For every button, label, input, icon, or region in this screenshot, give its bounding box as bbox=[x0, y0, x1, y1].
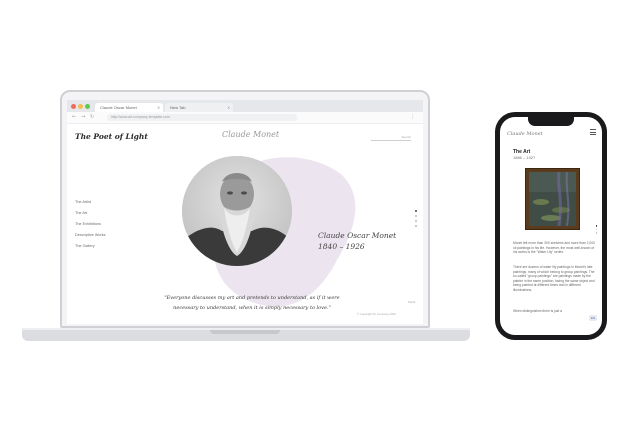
mobile-years: 1886 – 1927 bbox=[513, 155, 536, 160]
nav-link-gallery[interactable]: The Gallery bbox=[75, 244, 95, 248]
window-minimize-icon[interactable] bbox=[78, 104, 83, 109]
mobile-paragraph: Monet left more than 300 sketches and mo… bbox=[513, 241, 595, 255]
nav-link-the-artist[interactable]: The Artist bbox=[75, 200, 91, 204]
laptop-screen: Claude Oscar Monet × New Tab × ← → ↻ htt… bbox=[67, 100, 423, 324]
hamburger-menu-icon[interactable] bbox=[590, 129, 596, 137]
phone-notch bbox=[528, 117, 574, 126]
tab-close-icon[interactable]: × bbox=[227, 103, 230, 112]
site-title: The Poet of Light bbox=[75, 132, 148, 141]
artist-portrait bbox=[182, 156, 292, 266]
quote-line: "Everyone discusses my art and pretends … bbox=[164, 295, 340, 301]
scroll-indicator[interactable]: Scroll bbox=[408, 300, 415, 304]
mobile-pagination[interactable] bbox=[595, 225, 598, 236]
tab-close-icon[interactable]: × bbox=[157, 103, 160, 112]
pagination-dot[interactable] bbox=[415, 215, 417, 217]
pagination-dot[interactable] bbox=[595, 232, 598, 234]
site-logo[interactable]: Claude Monet bbox=[222, 130, 279, 139]
nav-link-descriptive-works[interactable]: Descriptive Works bbox=[75, 233, 106, 237]
water-lily-painting[interactable] bbox=[529, 171, 576, 227]
pagination-dot[interactable] bbox=[595, 228, 598, 230]
laptop-notch bbox=[210, 330, 280, 334]
pagination-dot[interactable] bbox=[595, 225, 598, 227]
reload-icon[interactable]: ↻ bbox=[90, 113, 94, 122]
copyright-text: © Copyright Art Company 2020 bbox=[357, 312, 396, 316]
artist-years: 1840 – 1926 bbox=[318, 242, 365, 251]
back-arrow-icon[interactable]: ← bbox=[72, 113, 76, 122]
address-bar[interactable]: http://www.art-company-template.com bbox=[107, 114, 297, 121]
search-input[interactable]: Search bbox=[371, 135, 411, 141]
browser-tab-new[interactable]: New Tab bbox=[165, 103, 233, 112]
pagination-dot[interactable] bbox=[415, 225, 417, 227]
nav-link-the-art[interactable]: The Art bbox=[75, 211, 87, 215]
pagination-dot[interactable] bbox=[415, 210, 417, 212]
language-badge[interactable]: EN bbox=[589, 315, 597, 321]
mobile-paragraph: When distinguishes them is just a bbox=[513, 309, 562, 313]
forward-arrow-icon[interactable]: → bbox=[81, 113, 85, 122]
window-maximize-icon[interactable] bbox=[85, 104, 90, 109]
quote-line: necessary to understand, when it is simp… bbox=[173, 305, 331, 311]
artist-name: Claude Oscar Monet bbox=[318, 231, 397, 240]
tab-label: New Tab bbox=[170, 105, 186, 110]
mobile-logo[interactable]: Claude Monet bbox=[507, 131, 543, 137]
nav-link-exhibitions[interactable]: The Exhibitions bbox=[75, 222, 101, 226]
browser-menu-icon[interactable]: ⋮ bbox=[410, 113, 415, 122]
pagination-dot[interactable] bbox=[415, 220, 417, 222]
artist-quote: "Everyone discusses my art and pretends … bbox=[147, 293, 357, 313]
mobile-paragraph: There are dozens of water lily paintings… bbox=[513, 265, 595, 292]
window-close-icon[interactable] bbox=[71, 104, 76, 109]
section-pagination[interactable] bbox=[414, 210, 418, 230]
tab-label: Claude Oscar Monet bbox=[100, 105, 137, 110]
browser-tab-active[interactable]: Claude Oscar Monet bbox=[95, 103, 163, 112]
